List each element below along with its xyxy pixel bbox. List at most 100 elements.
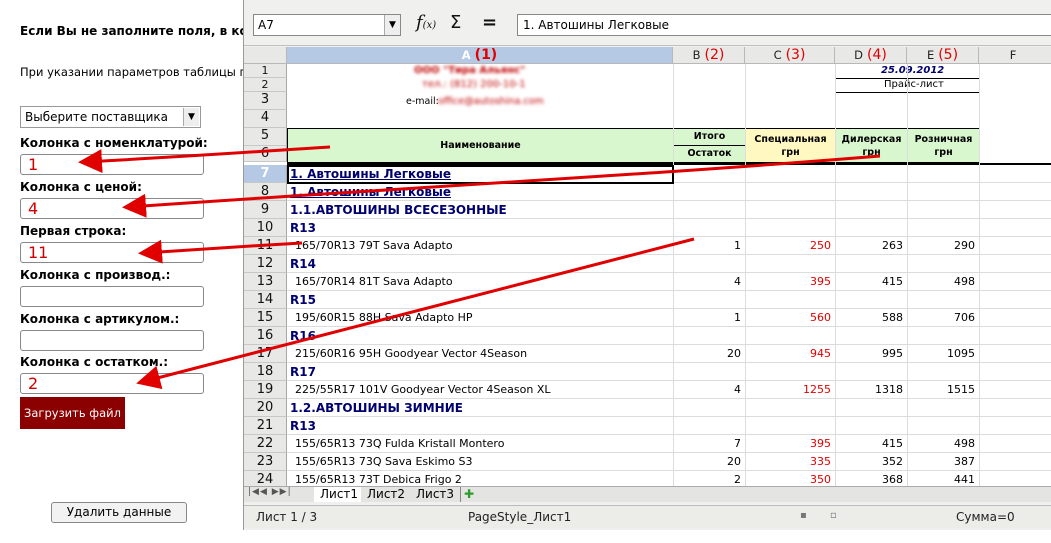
cell-A15[interactable]: 195/60R15 88H Sava Adapto HP bbox=[287, 309, 673, 327]
cell-B17[interactable]: 20 bbox=[673, 345, 745, 363]
row-header[interactable]: 6 bbox=[244, 146, 287, 162]
cell-A12[interactable]: R14 bbox=[287, 255, 673, 273]
row-header[interactable]: 21 bbox=[244, 417, 287, 435]
cell-D22[interactable]: 415 bbox=[835, 435, 907, 453]
tab-sheet3[interactable]: Лист3 bbox=[410, 487, 462, 502]
cell-B24[interactable]: 2 bbox=[673, 471, 745, 486]
cell-A16[interactable]: R16 bbox=[287, 327, 673, 345]
cell-A21[interactable]: R13 bbox=[287, 417, 673, 435]
cell-C19[interactable]: 1255 bbox=[745, 381, 835, 399]
row-header[interactable]: 14 bbox=[244, 291, 287, 309]
cell-E11[interactable]: 290 bbox=[907, 237, 979, 255]
cell-C22[interactable]: 395 bbox=[745, 435, 835, 453]
row-header[interactable]: 5 bbox=[244, 128, 287, 146]
row-header[interactable]: 24 bbox=[244, 471, 287, 486]
cell-A11[interactable]: 165/70R13 79T Sava Adapto bbox=[287, 237, 673, 255]
article-column-input[interactable] bbox=[20, 330, 204, 351]
cell-A9[interactable]: 1.1.АВТОШИНЫ ВСЕСЕЗОННЫЕ bbox=[287, 201, 673, 219]
cell-A8[interactable]: 1. Автошины Легковые bbox=[287, 183, 673, 201]
cell-B22[interactable]: 7 bbox=[673, 435, 745, 453]
cell-D24[interactable]: 368 bbox=[835, 471, 907, 486]
cell-A14[interactable]: R15 bbox=[287, 291, 673, 309]
column-header-e[interactable]: E (5) bbox=[907, 47, 979, 64]
manufacturer-column-input[interactable] bbox=[20, 286, 204, 307]
tab-sheet2[interactable]: Лист2 bbox=[361, 487, 413, 502]
cell-A10[interactable]: R13 bbox=[287, 219, 673, 237]
cell-D13[interactable]: 415 bbox=[835, 273, 907, 291]
column-header-c[interactable]: C (3) bbox=[745, 47, 835, 64]
chevron-down-icon[interactable]: ▼ bbox=[384, 15, 400, 35]
row-header[interactable]: 10 bbox=[244, 219, 287, 237]
cell-A13[interactable]: 165/70R14 81T Sava Adapto bbox=[287, 273, 673, 291]
cell-A24[interactable]: 155/65R13 73T Debica Frigo 2 bbox=[287, 471, 673, 486]
cell-E15[interactable]: 706 bbox=[907, 309, 979, 327]
add-sheet-icon[interactable]: ✚ bbox=[464, 487, 474, 501]
price-column-input[interactable]: 4 bbox=[20, 198, 204, 219]
sheet-nav-icon[interactable]: |◀◀ ▶▶| bbox=[248, 487, 292, 497]
name-box[interactable]: A7 ▼ bbox=[253, 14, 401, 36]
row-header[interactable]: 20 bbox=[244, 399, 287, 417]
cell-B15[interactable]: 1 bbox=[673, 309, 745, 327]
cell-C23[interactable]: 335 bbox=[745, 453, 835, 471]
cell-grid[interactable]: 1 2 3 4 5 6 ООО "Тира Альянс" тел.: (812… bbox=[244, 64, 1051, 486]
row-header[interactable]: 19 bbox=[244, 381, 287, 399]
cell-C11[interactable]: 250 bbox=[745, 237, 835, 255]
row-header[interactable]: 1 bbox=[244, 64, 287, 78]
cell-B23[interactable]: 20 bbox=[673, 453, 745, 471]
cell-A19[interactable]: 225/55R17 101V Goodyear Vector 4Season X… bbox=[287, 381, 673, 399]
cell-E23[interactable]: 387 bbox=[907, 453, 979, 471]
row-header[interactable]: 2 bbox=[244, 78, 287, 92]
cell-D11[interactable]: 263 bbox=[835, 237, 907, 255]
row-header[interactable]: 16 bbox=[244, 327, 287, 345]
cell-D17[interactable]: 995 bbox=[835, 345, 907, 363]
cell-B13[interactable]: 4 bbox=[673, 273, 745, 291]
row-header[interactable]: 12 bbox=[244, 255, 287, 273]
tab-sheet1[interactable]: Лист1 bbox=[314, 487, 366, 502]
cell-C13[interactable]: 395 bbox=[745, 273, 835, 291]
row-header[interactable]: 17 bbox=[244, 345, 287, 363]
cell-A18[interactable]: R17 bbox=[287, 363, 673, 381]
cell-B11[interactable]: 1 bbox=[673, 237, 745, 255]
column-header-d[interactable]: D (4) bbox=[835, 47, 907, 64]
row-header[interactable]: 7 bbox=[244, 165, 287, 183]
cell-D23[interactable]: 352 bbox=[835, 453, 907, 471]
cell-C17[interactable]: 945 bbox=[745, 345, 835, 363]
upload-file-button[interactable]: Загрузить файл bbox=[20, 397, 125, 429]
supplier-select[interactable]: Выберите поставщика ▼ bbox=[20, 106, 201, 128]
cell-C24[interactable]: 350 bbox=[745, 471, 835, 486]
stock-column-input[interactable]: 2 bbox=[20, 373, 204, 394]
cell-A7[interactable]: 1. Автошины Легковые bbox=[287, 165, 673, 183]
row-header[interactable]: 3 bbox=[244, 92, 287, 110]
column-header-b[interactable]: B (2) bbox=[673, 47, 745, 64]
cell-E22[interactable]: 498 bbox=[907, 435, 979, 453]
cell-D15[interactable]: 588 bbox=[835, 309, 907, 327]
document-modified-icon[interactable]: ▫ bbox=[830, 510, 837, 521]
column-header-a[interactable]: A (1) bbox=[287, 47, 673, 64]
cell-C15[interactable]: 560 bbox=[745, 309, 835, 327]
formula-input[interactable]: 1. Автошины Легковые bbox=[517, 14, 1051, 36]
cell-B19[interactable]: 4 bbox=[673, 381, 745, 399]
selection-mode-icon[interactable]: ▪ bbox=[800, 510, 807, 521]
cell-E19[interactable]: 1515 bbox=[907, 381, 979, 399]
row-header[interactable]: 15 bbox=[244, 309, 287, 327]
cell-E13[interactable]: 498 bbox=[907, 273, 979, 291]
row-header[interactable]: 23 bbox=[244, 453, 287, 471]
first-row-input[interactable]: 11 bbox=[20, 242, 204, 263]
row-header[interactable]: 11 bbox=[244, 237, 287, 255]
column-header-f[interactable]: F bbox=[979, 47, 1051, 64]
row-header[interactable]: 4 bbox=[244, 110, 287, 128]
row-header[interactable]: 22 bbox=[244, 435, 287, 453]
delete-data-button[interactable]: Удалить данные bbox=[51, 502, 187, 523]
chevron-down-icon[interactable]: ▼ bbox=[183, 108, 199, 126]
cell-E24[interactable]: 441 bbox=[907, 471, 979, 486]
equals-icon[interactable]: = bbox=[482, 12, 497, 33]
nomenclature-column-input[interactable]: 1 bbox=[20, 154, 204, 175]
row-header[interactable]: 13 bbox=[244, 273, 287, 291]
function-wizard-icon[interactable]: f(x) bbox=[416, 12, 436, 33]
cell-D19[interactable]: 1318 bbox=[835, 381, 907, 399]
cell-A23[interactable]: 155/65R13 73Q Sava Eskimo S3 bbox=[287, 453, 673, 471]
row-header[interactable]: 18 bbox=[244, 363, 287, 381]
row-header[interactable]: 8 bbox=[244, 183, 287, 201]
row-header[interactable]: 9 bbox=[244, 201, 287, 219]
cell-A20[interactable]: 1.2.АВТОШИНЫ ЗИМНИЕ bbox=[287, 399, 673, 417]
